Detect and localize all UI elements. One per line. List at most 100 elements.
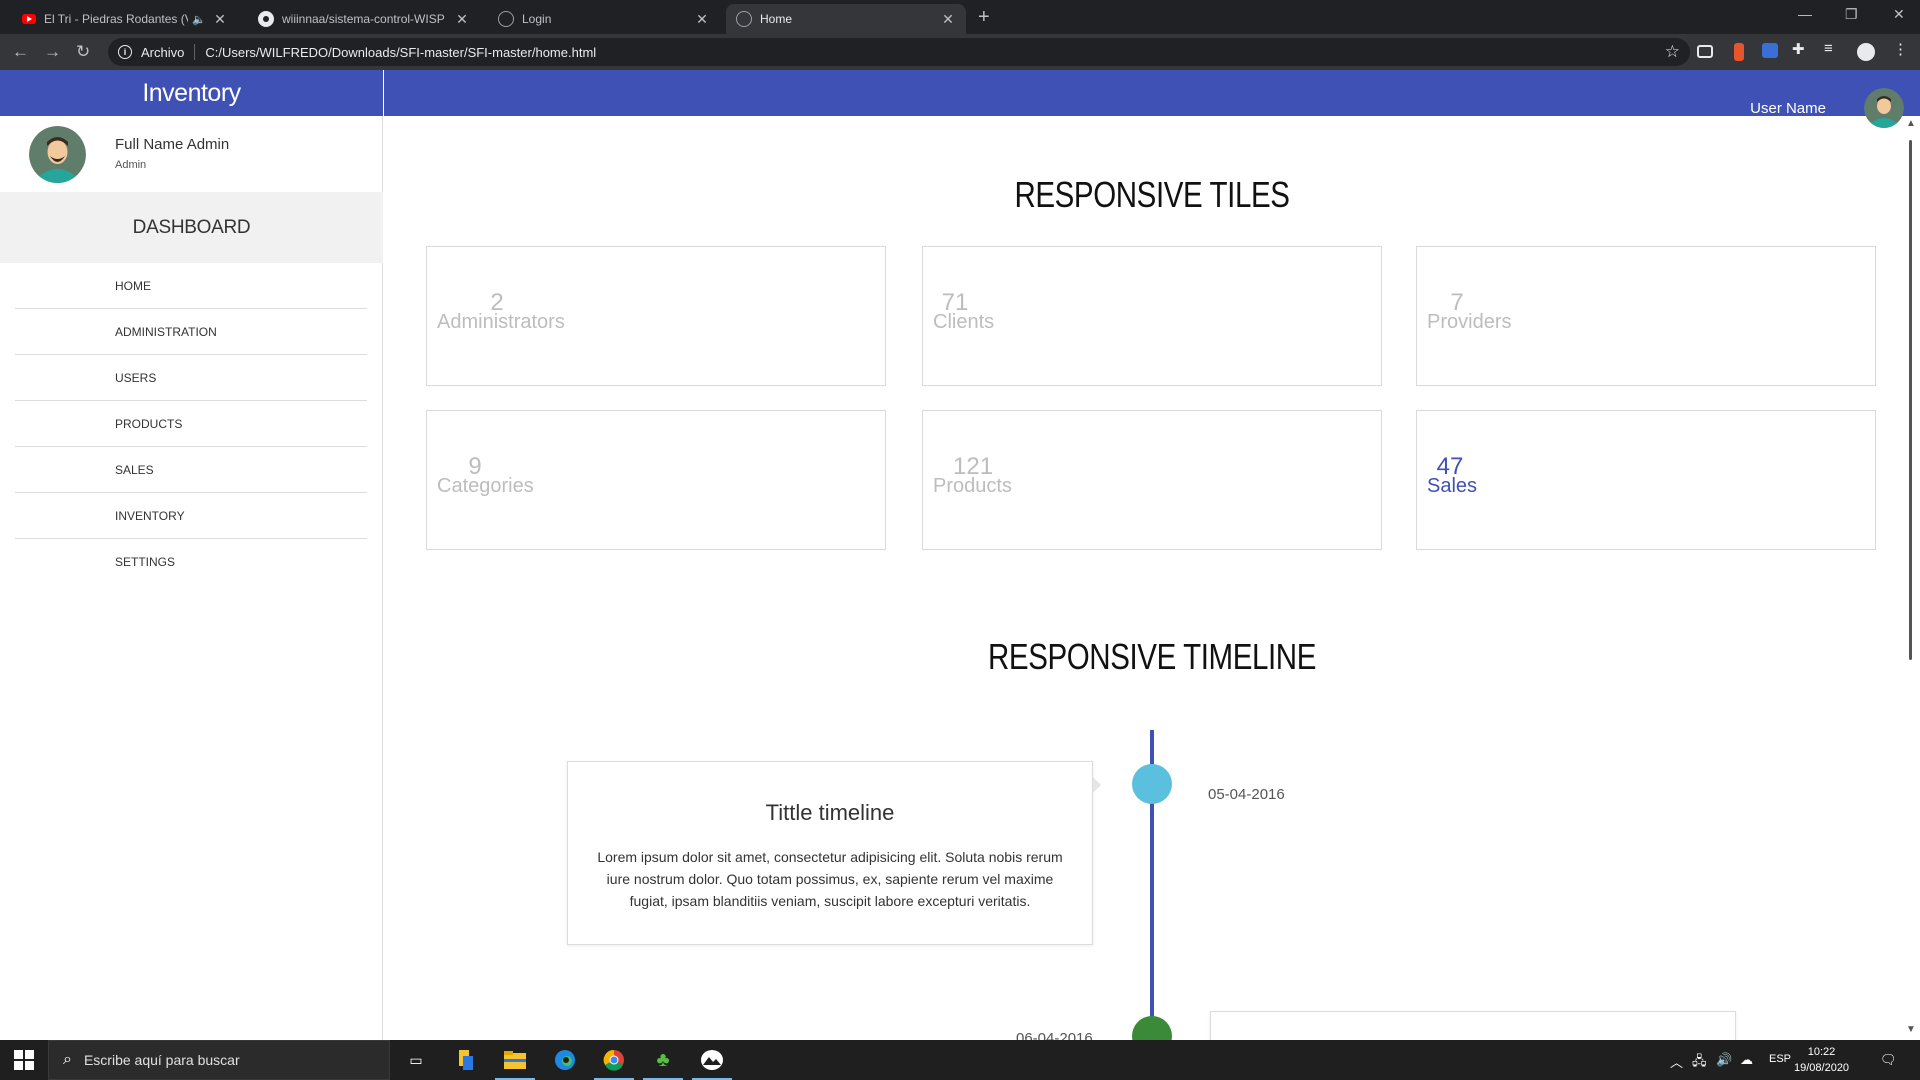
profile-full-name: Full Name Admin (115, 136, 230, 153)
tile-administrators[interactable]: 2 Administrators (426, 246, 886, 386)
sidebar-item-home[interactable]: HOME (15, 263, 367, 309)
file-app-icon[interactable] (453, 1048, 479, 1072)
globe-icon (498, 11, 514, 27)
extension-flag-icon[interactable] (1734, 43, 1744, 61)
close-tab-icon[interactable]: ✕ (940, 11, 956, 28)
page-scrollbar[interactable]: ▲ ▼ (1904, 116, 1920, 1040)
sidebar-item-sales[interactable]: SALES (15, 447, 367, 493)
tile-sales[interactable]: 47 Sales (1416, 410, 1876, 550)
youtube-icon (22, 14, 36, 24)
task-view-icon[interactable]: ▭ (403, 1048, 429, 1072)
close-tab-icon[interactable]: ✕ (454, 11, 470, 28)
browser-tab-bar: El Tri - Piedras Rodantes (Vid 🔈 ✕ wiiin… (0, 0, 1920, 34)
sidebar-menu: HOME ADMINISTRATION USERS PRODUCTS SALES… (15, 263, 367, 585)
taskbar-search-box[interactable]: ⌕ Escribe aquí para buscar (48, 1040, 390, 1080)
browser-menu-icon[interactable]: ⋮ (1893, 40, 1911, 58)
scrollbar-thumb[interactable] (1909, 140, 1912, 660)
scroll-up-icon[interactable]: ▲ (1906, 118, 1916, 129)
sidebar: Full Name Admin Admin DASHBOARD HOME ADM… (0, 116, 383, 1040)
timeline-card-arrow (1093, 777, 1101, 793)
search-icon: ⌕ (63, 1051, 72, 1068)
timeline-card: Tittle timeline Lorem ipsum dolor sit am… (567, 761, 1093, 945)
url-text[interactable]: C:/Users/WILFREDO/Downloads/SFI-master/S… (205, 45, 596, 60)
onedrive-icon[interactable]: ☁ (1740, 1052, 1753, 1068)
clock-time: 10:22 (1807, 1046, 1836, 1058)
notifications-icon[interactable]: 🗨 (1880, 1052, 1897, 1068)
tile-label: Administrators (437, 311, 565, 333)
sidebar-item-products[interactable]: PRODUCTS (15, 401, 367, 447)
timeline-card-body: Lorem ipsum dolor sit amet, consectetur … (597, 849, 1063, 909)
tab-label: El Tri - Piedras Rodantes (Vid (44, 12, 189, 26)
show-hidden-icons-icon[interactable]: ︿ (1670, 1052, 1683, 1071)
tile-products[interactable]: 121 Products (922, 410, 1382, 550)
dashboard-heading[interactable]: DASHBOARD (0, 192, 383, 263)
file-explorer-icon[interactable] (502, 1048, 528, 1072)
tile-label: Clients (933, 311, 995, 333)
tile-providers[interactable]: 7 Providers (1416, 246, 1876, 386)
tab-label: Login (522, 12, 552, 26)
media-queue-icon[interactable]: ≡ (1824, 40, 1842, 58)
extensions-puzzle-icon[interactable]: ✚ (1792, 40, 1810, 58)
globe-icon (736, 11, 752, 27)
user-name[interactable]: User Name (1750, 100, 1826, 117)
tile-categories[interactable]: 9 Categories (426, 410, 886, 550)
address-bar[interactable]: i Archivo C:/Users/WILFREDO/Downloads/SF… (108, 38, 1690, 66)
tab-label: Home (760, 12, 793, 26)
reload-icon[interactable]: ↻ (76, 42, 90, 62)
speaker-icon[interactable]: 🔈 (192, 13, 206, 26)
close-tab-icon[interactable]: ✕ (694, 11, 710, 28)
sidebar-item-administration[interactable]: ADMINISTRATION (15, 309, 367, 355)
clock-date: 19/08/2020 (1794, 1062, 1850, 1074)
restore-icon[interactable]: ❐ (1845, 6, 1858, 23)
edge-icon[interactable] (552, 1048, 578, 1072)
main-content: RESPONSIVE TILES 2 Administrators 71 Cli… (384, 116, 1904, 1040)
tab-label: wiiinnaa/sistema-control-WISP (282, 12, 445, 26)
network-icon[interactable]: 🖧 (1692, 1052, 1707, 1074)
browser-tab-home[interactable]: Home ✕ (726, 4, 966, 34)
sidebar-item-inventory[interactable]: INVENTORY (15, 493, 367, 539)
top-navbar: User Name (384, 70, 1920, 128)
new-tab-button[interactable]: + (978, 6, 990, 29)
language-indicator[interactable]: ESP (1769, 1053, 1791, 1065)
tile-clients[interactable]: 71 Clients (922, 246, 1382, 386)
windows-start-icon[interactable] (14, 1050, 34, 1070)
profile-icon[interactable] (1857, 43, 1875, 61)
forward-icon[interactable]: → (44, 42, 61, 62)
tile-label: Categories (437, 475, 534, 497)
tiles-section-title: RESPONSIVE TILES (1014, 174, 1290, 215)
scroll-down-icon[interactable]: ▼ (1906, 1024, 1916, 1035)
timeline-date: 05-04-2016 (1208, 786, 1285, 803)
volume-icon[interactable]: 🔊 (1716, 1052, 1732, 1068)
timeline-section-title: RESPONSIVE TIMELINE (988, 636, 1316, 677)
close-tab-icon[interactable]: ✕ (212, 11, 228, 28)
taskbar-clock[interactable]: 10:22 19/08/2020 (1794, 1044, 1849, 1076)
timeline-card (1210, 1011, 1736, 1040)
sidebar-item-settings[interactable]: SETTINGS (15, 539, 367, 585)
chrome-icon[interactable] (601, 1048, 627, 1072)
sidebar-item-users[interactable]: USERS (15, 355, 367, 401)
url-scheme: Archivo (141, 44, 185, 60)
bookmark-star-icon[interactable]: ☆ (1665, 42, 1680, 62)
tile-label: Sales (1427, 475, 1478, 497)
app-tree-icon[interactable]: ♣ (650, 1048, 676, 1072)
profile-role: Admin (115, 159, 147, 171)
minimize-icon[interactable]: — (1798, 6, 1812, 22)
close-window-icon[interactable]: ✕ (1893, 6, 1905, 23)
cast-icon[interactable] (1697, 45, 1713, 58)
back-icon[interactable]: ← (12, 42, 29, 62)
photos-app-icon[interactable] (699, 1048, 725, 1072)
app-brand[interactable]: Inventory (0, 70, 383, 116)
browser-toolbar: ← → ↻ i Archivo C:/Users/WILFREDO/Downlo… (0, 34, 1920, 70)
tile-label: Providers (1427, 311, 1512, 333)
timeline-card-title: Tittle timeline (765, 800, 895, 825)
browser-tab-github[interactable]: wiiinnaa/sistema-control-WISP ✕ (248, 4, 480, 34)
search-placeholder: Escribe aquí para buscar (83, 1052, 240, 1068)
timeline-dot (1132, 1016, 1172, 1040)
browser-tab-login[interactable]: Login ✕ (488, 4, 720, 34)
info-icon[interactable]: i (118, 45, 132, 59)
extension-translate-icon[interactable] (1762, 43, 1778, 58)
tile-label: Products (933, 475, 1012, 497)
url-divider (194, 44, 196, 60)
user-profile: Full Name Admin Admin (0, 116, 383, 192)
browser-tab-youtube[interactable]: El Tri - Piedras Rodantes (Vid 🔈 ✕ (12, 4, 238, 34)
